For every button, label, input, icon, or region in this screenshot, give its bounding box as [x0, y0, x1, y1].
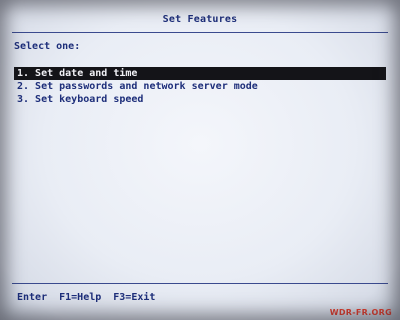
footer-divider — [12, 283, 388, 284]
enter-key-hint[interactable]: Enter — [17, 292, 47, 303]
header-divider — [12, 32, 388, 33]
watermark-logo: WDR-FR.ORG — [329, 308, 392, 317]
f1-help-key-hint[interactable]: F1=Help — [59, 292, 101, 303]
key-help-bar: Enter F1=Help F3=Exit — [17, 292, 167, 303]
menu-item-keyboard-speed[interactable]: 3. Set keyboard speed — [14, 93, 386, 106]
menu-item-date-time[interactable]: 1. Set date and time — [14, 67, 386, 80]
f3-exit-key-hint[interactable]: F3=Exit — [113, 292, 155, 303]
bios-setup-screen: Set Features Select one: 1. Set date and… — [0, 0, 400, 320]
menu-item-passwords-network[interactable]: 2. Set passwords and network server mode — [14, 80, 386, 93]
page-title: Set Features — [162, 14, 238, 25]
features-menu: 1. Set date and time 2. Set passwords an… — [14, 67, 386, 106]
select-prompt: Select one: — [14, 41, 81, 52]
